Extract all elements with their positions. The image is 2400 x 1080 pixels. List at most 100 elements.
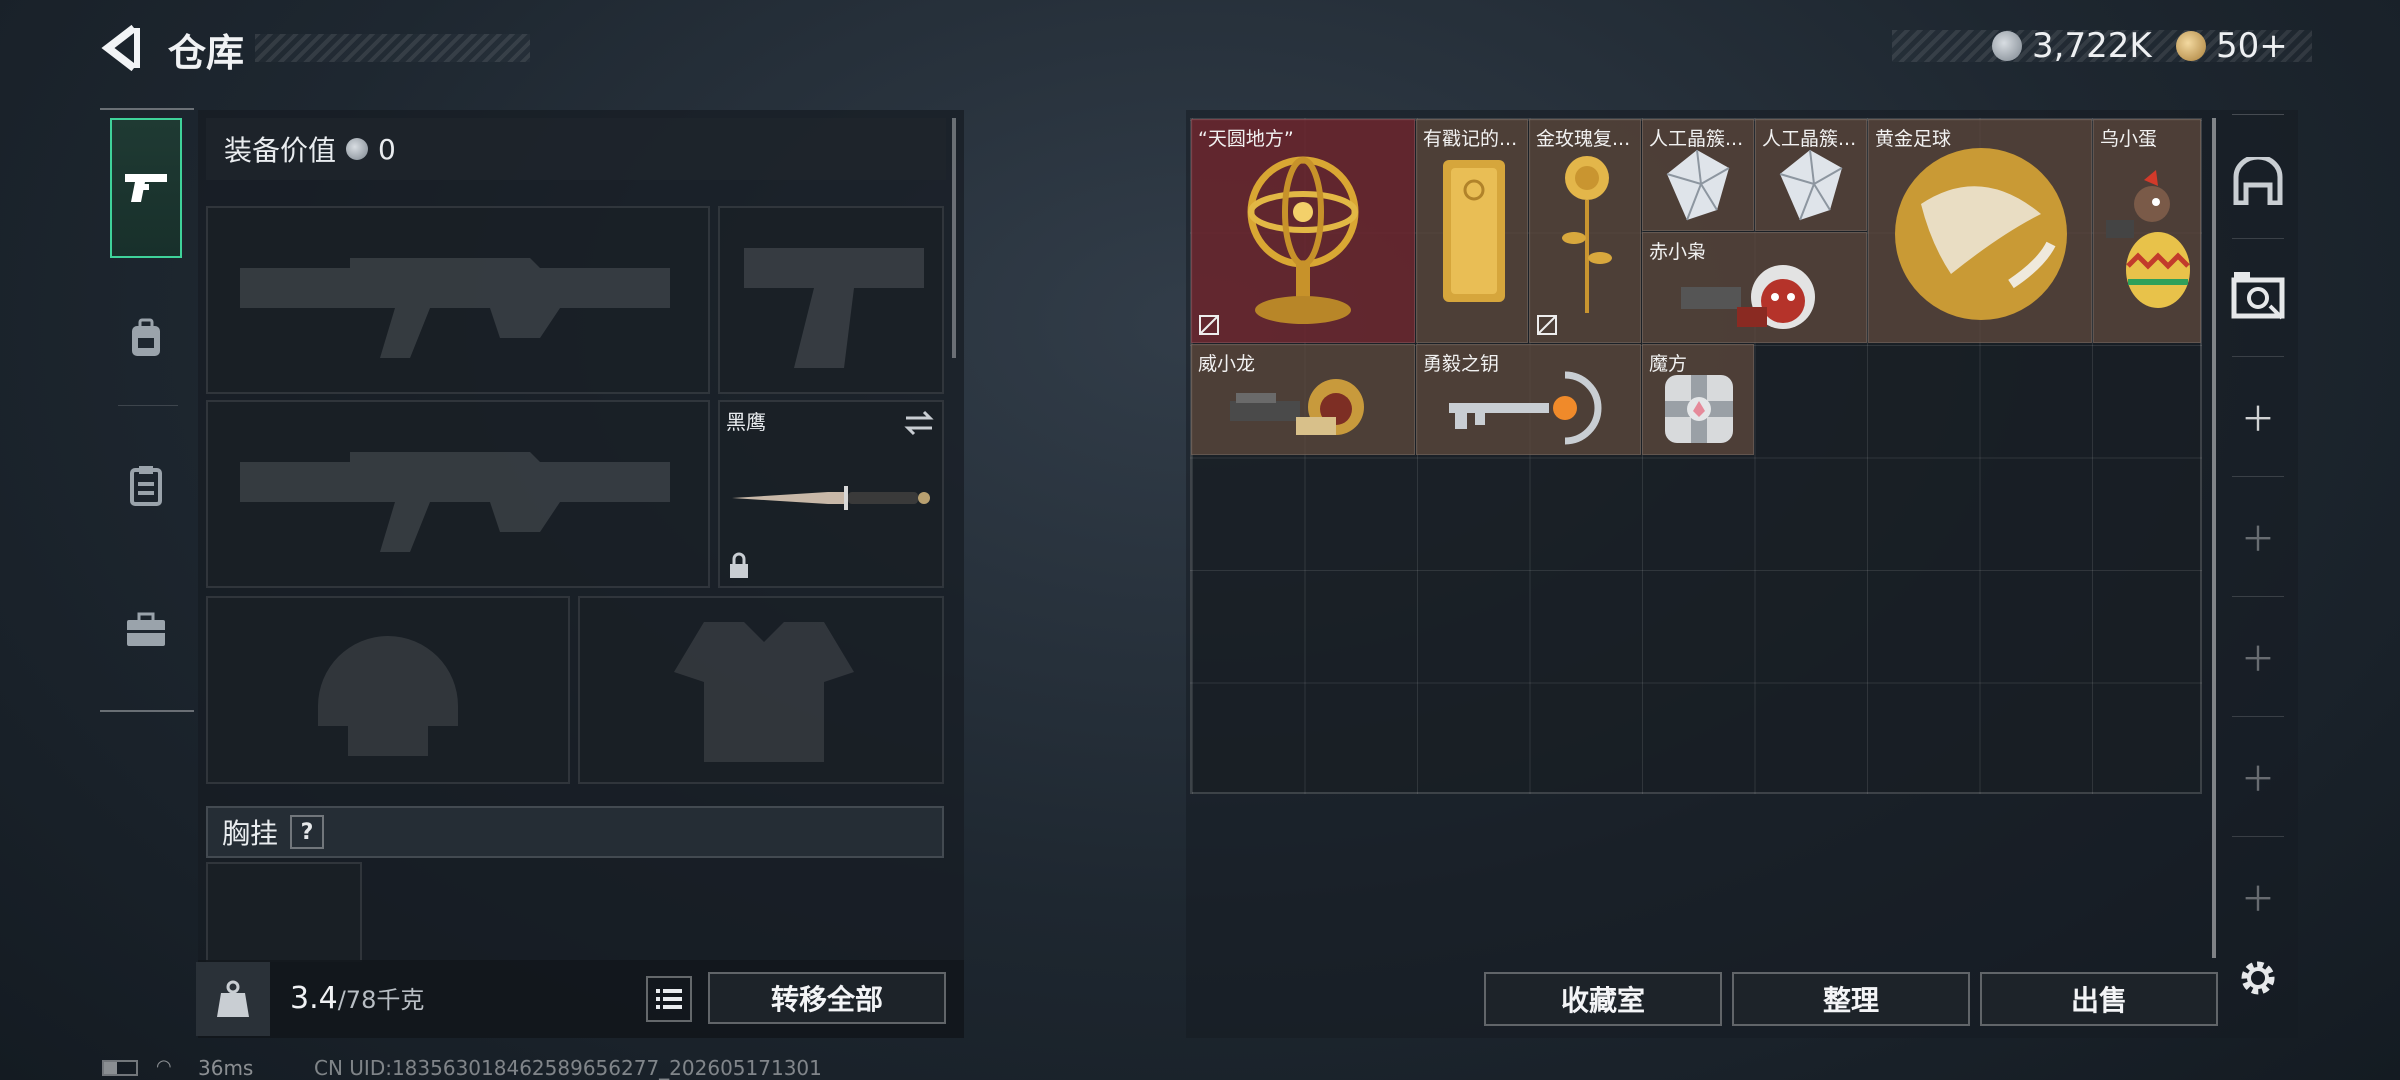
right-sidebar-divider <box>2232 356 2284 357</box>
storage-item-tianyuan[interactable]: “天圆地方” <box>1191 119 1415 343</box>
sidebar-tab-clipboard[interactable] <box>110 415 182 555</box>
page-title: 仓库 <box>168 31 245 75</box>
no-trade-icon <box>1537 315 1557 335</box>
list-icon <box>656 989 682 1009</box>
right-sidebar-top-line <box>2232 114 2284 115</box>
weight-max: /78千克 <box>337 986 425 1014</box>
back-arrow-icon <box>101 24 140 72</box>
right-tab-add-4[interactable]: ＋ <box>2226 746 2290 806</box>
right-tab-add-3[interactable]: ＋ <box>2226 626 2290 686</box>
chest-rig-label: 胸挂 <box>222 817 279 850</box>
owl-mascot-icon <box>1681 265 1815 329</box>
storage-item-courage-key[interactable]: 勇毅之钥 <box>1416 344 1641 455</box>
gold-bar-icon <box>1443 160 1505 302</box>
helmet-slot[interactable] <box>206 596 570 784</box>
rifle-silhouette-icon <box>240 258 670 358</box>
uid-text: CN UID:18356301846258965627​7_2026051713… <box>314 1056 822 1080</box>
storage-item-gold-rose[interactable]: 金玫瑰复... <box>1529 119 1641 343</box>
storage-item-crystal-1[interactable]: 人工晶簇... <box>1642 119 1754 231</box>
list-view-button[interactable] <box>646 976 692 1022</box>
body-armor-slot[interactable] <box>578 596 944 784</box>
key-icon <box>1449 371 1602 445</box>
lock-icon <box>730 552 748 578</box>
right-tab-warehouse[interactable] <box>2226 146 2290 216</box>
title-decoration <box>255 34 530 62</box>
right-tab-add-1[interactable]: ＋ <box>2226 386 2290 446</box>
collection-room-button[interactable]: 收藏室 <box>1484 972 1722 1026</box>
gear-icon <box>2241 961 2275 995</box>
briefcase-icon <box>127 612 165 646</box>
battery-icon <box>102 1060 138 1076</box>
storage-item-weixiaolong[interactable]: 威小龙 <box>1191 344 1415 455</box>
egg-mascot-icon <box>2106 170 2190 308</box>
sidebar-top-line <box>100 108 194 110</box>
helmet-silhouette-icon <box>318 636 458 756</box>
silver-coin-icon <box>1992 31 2022 61</box>
right-sidebar-divider <box>2232 836 2284 837</box>
primary-weapon-slot[interactable] <box>206 206 710 394</box>
backpack-icon <box>132 318 160 356</box>
storage-item-chixiaoxiao[interactable]: 赤小枭 <box>1642 232 1867 343</box>
right-tab-insured-storage[interactable] <box>2226 260 2290 330</box>
storage-scrollbar[interactable] <box>2212 118 2216 958</box>
settings-button[interactable] <box>2226 950 2290 1006</box>
dragon-mascot-icon <box>1230 379 1364 435</box>
right-sidebar-divider <box>2232 596 2284 597</box>
knife-label: 黑鹰 <box>726 410 766 434</box>
equipment-value-label: 装备价值 <box>224 134 337 167</box>
armillary-sphere-icon <box>1247 156 1359 324</box>
pistol-slot[interactable] <box>718 206 944 394</box>
equipment-value: 0 <box>378 132 396 166</box>
right-tab-add-2[interactable]: ＋ <box>2226 506 2290 566</box>
organize-button[interactable]: 整理 <box>1732 972 1970 1026</box>
storage-item-gold-bar[interactable]: 有戳记的... <box>1416 119 1528 343</box>
sidebar-divider <box>118 405 178 406</box>
weight-icon <box>196 962 270 1036</box>
pistol-icon <box>125 174 167 202</box>
storage-item-rubiks-cube[interactable]: 魔方 <box>1642 344 1754 455</box>
right-tab-add-5[interactable]: ＋ <box>2226 866 2290 926</box>
right-sidebar-divider <box>2232 476 2284 477</box>
help-icon[interactable]: ? <box>290 815 325 849</box>
golden-football-icon <box>1895 148 2067 320</box>
companion-cube-icon <box>1665 375 1733 443</box>
sell-button[interactable]: 出售 <box>1980 972 2218 1026</box>
wifi-icon: ◠ <box>156 1056 172 1077</box>
chest-rig-slot[interactable] <box>206 862 362 962</box>
equipment-value-row: 装备价值 0 <box>206 118 946 180</box>
knife-icon <box>732 486 930 510</box>
melee-slot[interactable]: 黑鹰 <box>718 400 944 588</box>
rifle-silhouette-icon <box>240 452 670 552</box>
equipment-scrollbar[interactable] <box>952 118 956 358</box>
insured-storage-icon <box>2231 272 2285 320</box>
gold-coin-icon <box>2176 31 2206 61</box>
gold-currency[interactable]: 50+ <box>2176 26 2288 66</box>
swap-icon[interactable] <box>904 410 934 436</box>
silver-currency[interactable]: 3,722K <box>1992 26 2152 66</box>
crystal-icon <box>1666 149 1730 221</box>
sidebar-bottom-line <box>100 710 194 712</box>
secondary-weapon-slot[interactable] <box>206 400 710 588</box>
weight-current: 3.4 <box>290 981 338 1016</box>
sidebar-tab-weapons[interactable] <box>110 118 182 258</box>
ping-text: 36ms <box>198 1056 254 1080</box>
no-trade-icon <box>1199 315 1219 335</box>
crystal-icon <box>1779 149 1843 221</box>
silver-amount: 3,722K <box>2032 26 2152 66</box>
sidebar-tab-backpack[interactable] <box>110 268 182 408</box>
gold-rose-icon <box>1562 156 1612 313</box>
transfer-all-button[interactable]: 转移全部 <box>708 972 946 1024</box>
warehouse-icon <box>2233 157 2283 205</box>
clipboard-icon <box>130 466 162 506</box>
pistol-silhouette-icon <box>744 248 924 368</box>
storage-item-golden-football[interactable]: 黄金足球 <box>1868 119 2092 343</box>
silver-coin-icon <box>346 138 369 160</box>
armor-silhouette-icon <box>674 622 854 762</box>
sidebar-tab-briefcase[interactable] <box>110 560 182 700</box>
weight-readout: 3.4 /78千克 <box>290 980 424 1016</box>
storage-item-wuxiaodan[interactable]: 乌小蛋 <box>2093 119 2201 343</box>
right-sidebar-divider <box>2232 238 2284 239</box>
back-button[interactable] <box>100 24 144 72</box>
right-sidebar-divider <box>2232 716 2284 717</box>
storage-item-crystal-2[interactable]: 人工晶簇... <box>1755 119 1867 231</box>
